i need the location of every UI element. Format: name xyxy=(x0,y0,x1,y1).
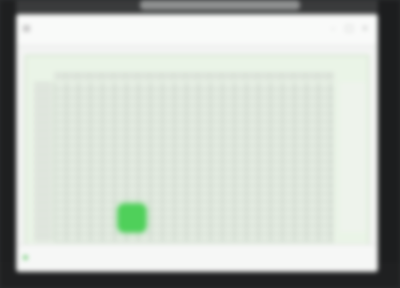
spreadsheet-window: – □ × xyxy=(16,14,378,272)
selected-cell[interactable] xyxy=(118,204,146,232)
screen-root: – □ × xyxy=(0,0,400,288)
row-headers[interactable] xyxy=(34,82,52,242)
background-left xyxy=(0,0,16,288)
cell-grid[interactable] xyxy=(54,82,334,242)
background-right xyxy=(378,0,400,288)
sheet-area[interactable] xyxy=(25,55,369,245)
status-bar xyxy=(17,244,377,271)
maximize-icon[interactable]: □ xyxy=(343,24,355,34)
minimize-icon[interactable]: – xyxy=(327,24,339,34)
close-icon[interactable]: × xyxy=(359,24,371,34)
status-indicator-icon xyxy=(23,255,28,260)
column-headers[interactable] xyxy=(54,72,334,80)
side-panel xyxy=(340,82,366,232)
app-icon xyxy=(23,25,30,32)
ribbon-tabs xyxy=(37,39,337,51)
background-top-highlight xyxy=(140,0,300,10)
